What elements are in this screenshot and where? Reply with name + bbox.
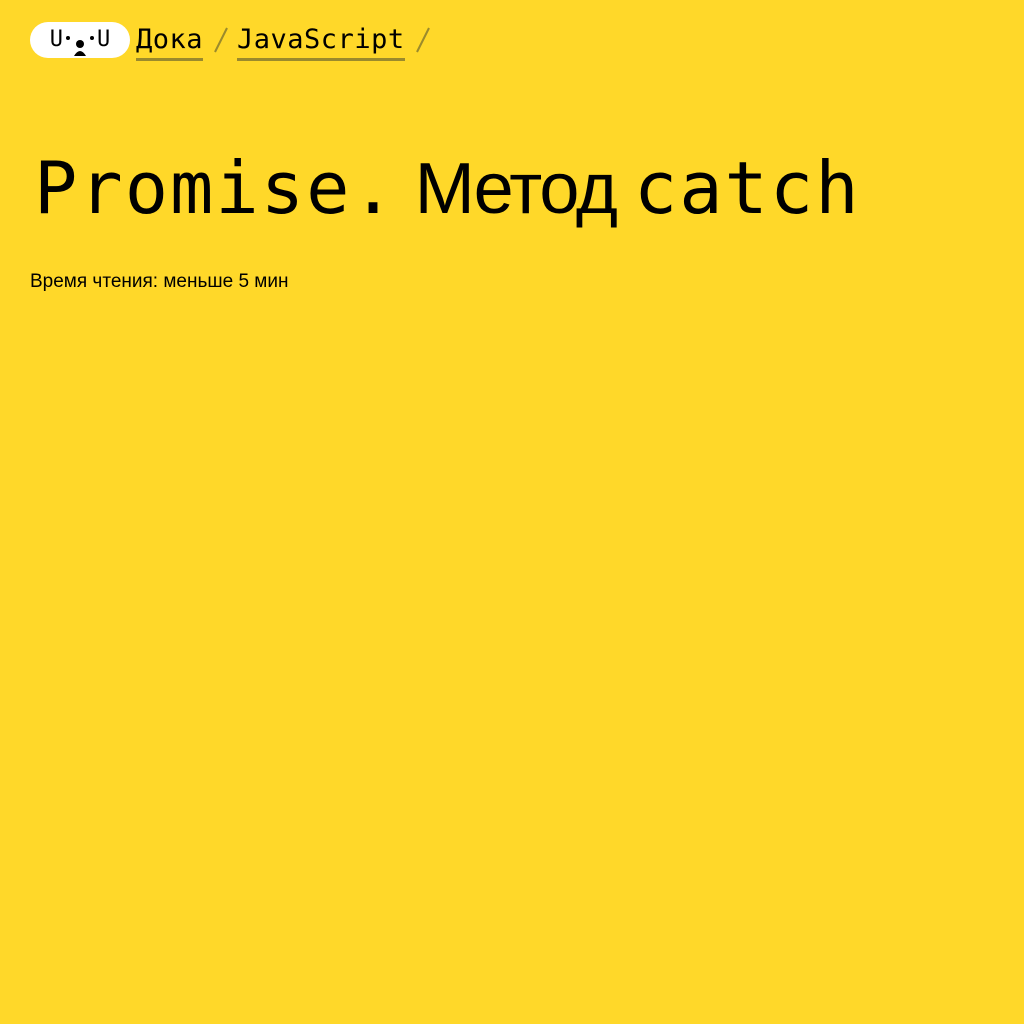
- page-title-part-method: Метод: [414, 149, 618, 229]
- logo-mascot-icon: [73, 33, 87, 56]
- page-title: Promise. Метод catch: [34, 140, 861, 237]
- page-title-part-promise: Promise.: [34, 146, 397, 230]
- logo-letter-right: U: [97, 27, 111, 52]
- reading-time: Время чтения: меньше 5 мин: [30, 271, 289, 292]
- breadcrumb-separator-icon: [415, 22, 431, 58]
- logo-letter-left: U: [49, 27, 63, 52]
- logo-eye-left: [66, 36, 70, 40]
- page-title-part-catch: catch: [633, 146, 861, 230]
- breadcrumb-separator-icon: [213, 22, 229, 58]
- logo-eye-right: [90, 36, 94, 40]
- breadcrumb: U U Дока JavaScript: [30, 22, 439, 62]
- logo-home-link[interactable]: U U: [30, 22, 130, 58]
- page: U U Дока JavaScript Promise. Метод catch…: [0, 0, 1024, 1024]
- breadcrumb-link-javascript[interactable]: JavaScript: [237, 22, 405, 61]
- breadcrumb-link-doka[interactable]: Дока: [136, 22, 204, 61]
